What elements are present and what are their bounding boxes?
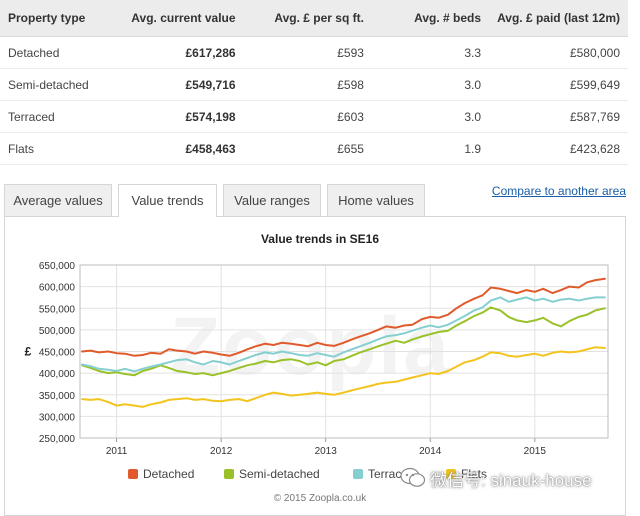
wechat-icon — [400, 467, 426, 487]
y-tick-label: 500,000 — [39, 326, 76, 337]
table-row: Flats £458,463 £655 1.9 £423,628 — [0, 132, 628, 165]
table-cell: 1.9 — [371, 132, 490, 165]
column-header-avg-paid: Avg. £ paid (last 12m) — [489, 0, 628, 37]
legend-item-semi-detached[interactable]: Semi-detached — [224, 467, 320, 481]
table-cell: £655 — [243, 132, 372, 165]
compare-area-link[interactable]: Compare to another area — [492, 184, 626, 198]
table-row: Terraced £574,198 £603 3.0 £587,769 — [0, 100, 628, 133]
table-cell: £617,286 — [113, 36, 244, 69]
table-cell: £587,769 — [489, 100, 628, 133]
tab-value-ranges[interactable]: Value ranges — [223, 184, 321, 216]
y-axis-label: £ — [25, 345, 32, 359]
table-cell: £423,628 — [489, 132, 628, 165]
y-tick-label: 300,000 — [39, 412, 76, 423]
column-header-avg-beds: Avg. # beds — [371, 0, 490, 37]
table-cell: 3.3 — [371, 36, 490, 69]
y-tick-label: 650,000 — [39, 261, 76, 272]
tab-average-values[interactable]: Average values — [4, 184, 112, 216]
tab-value-trends[interactable]: Value trends — [118, 184, 217, 217]
table-cell: Detached — [0, 36, 114, 69]
legend-swatch-semi-detached — [224, 469, 234, 479]
table-cell: Flats — [0, 132, 114, 165]
legend-label: Semi-detached — [239, 467, 320, 481]
table-row: Detached £617,286 £593 3.3 £580,000 — [0, 36, 628, 69]
column-header-avg-current-value: Avg. current value — [113, 0, 244, 37]
table-cell: £458,463 — [113, 132, 244, 165]
table-cell: £599,649 — [489, 68, 628, 101]
y-tick-label: 350,000 — [39, 391, 76, 402]
chart-title: Value trends in SE16 — [260, 232, 380, 246]
value-trends-chart: 250,000 300,000 350,000 400,000 450,000 500,0… — [25, 261, 609, 457]
y-tick-label: 450,000 — [39, 348, 76, 359]
y-tick-label: 250,000 — [39, 434, 76, 445]
legend-label: Detached — [143, 467, 195, 481]
x-tick-label: 2014 — [419, 446, 442, 457]
column-header-property-type: Property type — [0, 0, 114, 37]
copyright-text: © 2015 Zoopla.co.uk — [273, 493, 367, 504]
table-cell: £603 — [243, 100, 372, 133]
y-tick-label: 550,000 — [39, 304, 76, 315]
column-header-avg-per-sq-ft: Avg. £ per sq ft. — [243, 0, 372, 37]
table-cell: 3.0 — [371, 68, 490, 101]
table-cell: £593 — [243, 36, 372, 69]
y-tick-label: 400,000 — [39, 369, 76, 380]
table-cell: £580,000 — [489, 36, 628, 69]
legend-swatch-detached — [128, 469, 138, 479]
x-tick-label: 2015 — [524, 446, 547, 457]
table-header-row: Property type Avg. current value Avg. £ … — [0, 0, 628, 37]
table-row: Semi-detached £549,716 £598 3.0 £599,649 — [0, 68, 628, 101]
legend-swatch-terraced — [353, 469, 363, 479]
table-cell: £574,198 — [113, 100, 244, 133]
series-line-detached — [81, 277, 606, 357]
table-cell: Terraced — [0, 100, 114, 133]
x-tick-label: 2013 — [315, 446, 338, 457]
x-tick-label: 2012 — [210, 446, 233, 457]
property-summary-table: Property type Avg. current value Avg. £ … — [0, 0, 628, 165]
table-cell: £549,716 — [113, 68, 244, 101]
table-cell: Semi-detached — [0, 68, 114, 101]
series-line-flats — [81, 346, 606, 408]
x-tick-label: 2011 — [106, 446, 128, 457]
legend-item-detached[interactable]: Detached — [128, 467, 194, 481]
table-cell: 3.0 — [371, 100, 490, 133]
wechat-overlay-text: 微信号: sinauk-house — [430, 471, 592, 490]
tab-home-values[interactable]: Home values — [327, 184, 425, 216]
table-cell: £598 — [243, 68, 372, 101]
y-tick-label: 600,000 — [39, 283, 76, 294]
